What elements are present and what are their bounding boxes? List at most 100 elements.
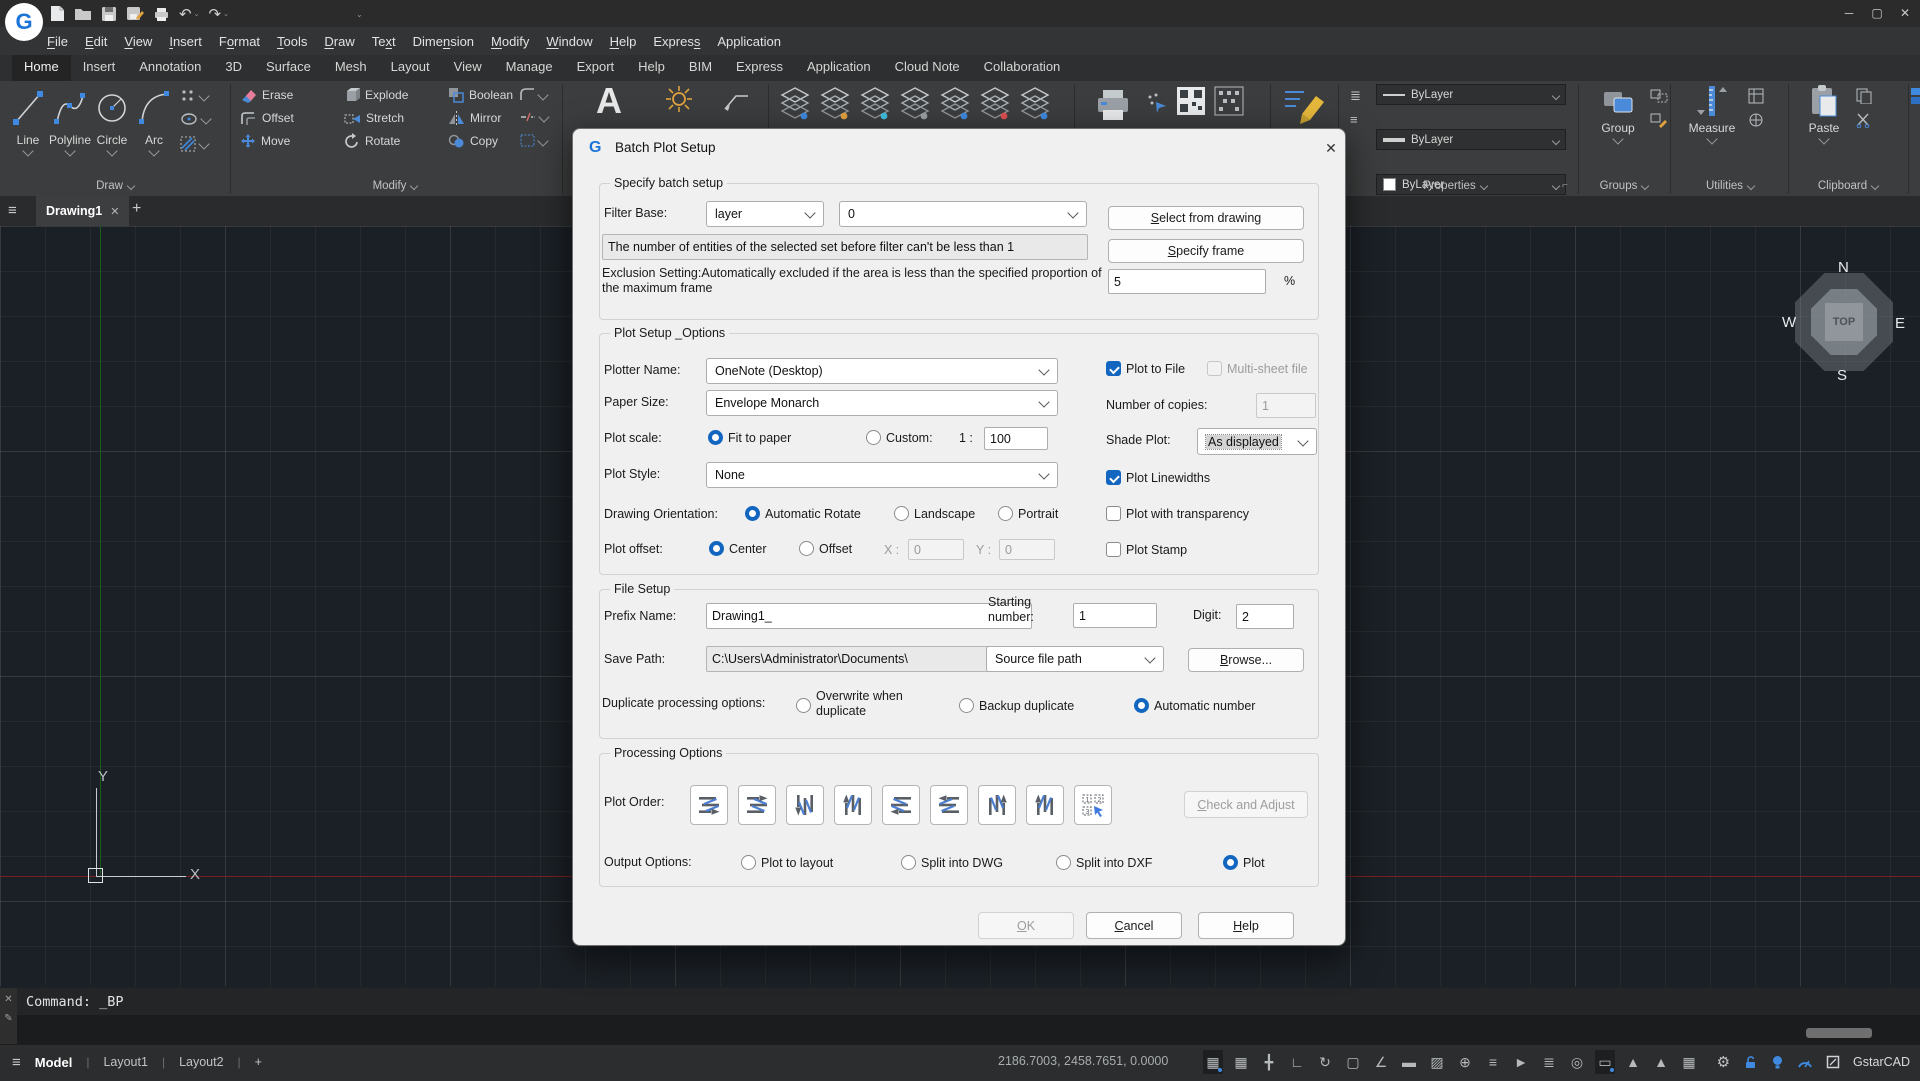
mirror-tool-button[interactable]: Mirror	[448, 109, 501, 127]
chevron-down-icon[interactable]	[106, 145, 117, 156]
close-tab-icon[interactable]: ✕	[110, 205, 119, 218]
explode-tool-button[interactable]: Explode	[344, 86, 408, 104]
ribbon-tab-express[interactable]: Express	[724, 55, 795, 81]
layer-tool-icon[interactable]	[900, 86, 930, 122]
plot-to-file-checkbox[interactable]	[1106, 361, 1121, 376]
ribbon-tab-mesh[interactable]: Mesh	[323, 55, 379, 81]
erase-tool-button[interactable]: Erase	[240, 86, 293, 104]
menu-item-application[interactable]: Application	[717, 34, 781, 49]
shade-plot-select[interactable]: As displayed	[1197, 428, 1317, 455]
snap-grid-icon[interactable]: ▦	[1203, 1050, 1223, 1074]
chevron-down-icon[interactable]	[537, 135, 548, 146]
draw-panel-label[interactable]: Draw	[60, 180, 170, 192]
browse-button[interactable]: Browse...	[1188, 648, 1304, 672]
layout2-tab[interactable]: Layout2	[179, 1055, 223, 1069]
dialog-close-icon[interactable]: ✕	[1321, 138, 1341, 158]
hatch-tool-button[interactable]	[180, 136, 208, 152]
custom-scale-radio[interactable]	[866, 430, 881, 445]
chevron-down-icon[interactable]	[22, 145, 33, 156]
ribbon-tab-view[interactable]: View	[442, 55, 494, 81]
cut-icon[interactable]	[1856, 112, 1872, 128]
lineweight-display-icon[interactable]: ▬	[1399, 1050, 1419, 1074]
copy-clip-icon[interactable]	[1856, 88, 1872, 104]
close-command-icon[interactable]: ✕	[4, 994, 12, 1005]
fullscreen-icon[interactable]	[1826, 1055, 1840, 1069]
annotation-visibility-icon[interactable]: ▲	[1651, 1050, 1671, 1074]
leader-tool-icon[interactable]	[722, 88, 750, 112]
ellipse-tool-button[interactable]	[180, 112, 210, 126]
menu-item-express[interactable]: Express	[653, 34, 700, 49]
group-edit-icon[interactable]	[1650, 112, 1668, 128]
ribbon-tab-manage[interactable]: Manage	[494, 55, 565, 81]
polyline-tool-button[interactable]: Polyline	[50, 84, 90, 155]
layer-tool-icon[interactable]	[820, 86, 850, 122]
backup-radio[interactable]	[959, 698, 974, 713]
snap-mode-icon[interactable]: ╋	[1259, 1050, 1279, 1074]
undo-arrow-icon[interactable]: ↶⌄	[179, 5, 199, 23]
utilities-panel-label[interactable]: Utilities	[1684, 180, 1776, 192]
menu-item-view[interactable]: View	[124, 34, 152, 49]
ribbon-tab-3d[interactable]: 3D	[213, 55, 254, 81]
chevron-down-icon[interactable]	[1612, 133, 1623, 144]
plot-device-icon[interactable]	[1092, 84, 1134, 126]
selection-cycling-icon[interactable]: ►	[1511, 1050, 1531, 1074]
scale-value-input[interactable]	[984, 427, 1048, 450]
chevron-down-icon[interactable]	[1706, 133, 1717, 144]
polar-tracking-icon[interactable]: ↻	[1315, 1050, 1335, 1074]
plot-stamp-checkbox[interactable]	[1106, 542, 1121, 557]
help-button[interactable]: Help	[1198, 912, 1294, 939]
new-tab-icon[interactable]: +	[132, 200, 141, 218]
menu-item-dimension[interactable]: Dimension	[413, 34, 474, 49]
isometric-drafting-icon[interactable]: ▢	[1343, 1050, 1363, 1074]
measure-button[interactable]: Measure	[1684, 84, 1740, 143]
overwrite-radio[interactable]	[796, 698, 811, 713]
redo-arrow-icon[interactable]: ↷⌄	[208, 5, 228, 23]
linetype-control-select[interactable]: ByLayer	[1376, 129, 1566, 150]
offset-radio[interactable]	[799, 541, 814, 556]
open-folder-icon[interactable]	[74, 6, 92, 21]
menu-item-tools[interactable]: Tools	[277, 34, 307, 49]
layer-tool-icon[interactable]	[980, 86, 1010, 122]
paste-button[interactable]: Paste	[1800, 84, 1848, 143]
performance-gauge-icon[interactable]	[1797, 1056, 1813, 1069]
quick-select-icon[interactable]	[1748, 88, 1764, 104]
menu-item-draw[interactable]: Draw	[324, 34, 354, 49]
chevron-down-icon[interactable]	[148, 145, 159, 156]
barcode-matrix-icon[interactable]	[1214, 86, 1244, 116]
plot-transparency-checkbox[interactable]	[1106, 506, 1121, 521]
object-snap-icon[interactable]: ∠	[1371, 1050, 1391, 1074]
order-left-serpentine-down-icon[interactable]	[882, 785, 920, 825]
clipboard-panel-label[interactable]: Clipboard	[1798, 180, 1898, 192]
digit-input[interactable]	[1236, 604, 1294, 629]
color-control-select[interactable]: ByLayer	[1376, 84, 1566, 105]
layer-tool-icon[interactable]	[940, 86, 970, 122]
order-up-serpentine-left-icon[interactable]	[1026, 785, 1064, 825]
collab-icon[interactable]	[1911, 88, 1920, 104]
plot-printer-icon[interactable]	[153, 6, 170, 22]
path-mode-select[interactable]: Source file path	[986, 646, 1164, 672]
compass-north[interactable]: N	[1838, 259, 1849, 276]
dynamic-input-icon[interactable]: ≡	[1483, 1050, 1503, 1074]
document-tab-drawing1[interactable]: Drawing1 ✕	[36, 196, 129, 226]
landscape-radio[interactable]	[894, 506, 909, 521]
order-right-serpentine-up-icon[interactable]	[738, 785, 776, 825]
match-properties-icon[interactable]	[1282, 84, 1328, 126]
ribbon-tab-export[interactable]: Export	[565, 55, 627, 81]
app-logo-icon[interactable]: G	[5, 3, 43, 41]
menu-item-text[interactable]: Text	[372, 34, 396, 49]
stretch-tool-button[interactable]: Stretch	[344, 109, 404, 127]
copy-tool-button[interactable]: Copy	[448, 132, 498, 150]
paper-size-select[interactable]: Envelope Monarch	[706, 390, 1058, 416]
ribbon-tab-annotation[interactable]: Annotation	[127, 55, 213, 81]
new-layout-button[interactable]: +	[255, 1055, 262, 1069]
prefix-name-input[interactable]	[706, 603, 1032, 629]
view-compass[interactable]: TOP N W E S	[1785, 263, 1903, 381]
transparency-toggle-icon[interactable]: ▨	[1427, 1050, 1447, 1074]
new-file-icon[interactable]	[50, 5, 65, 22]
menu-item-edit[interactable]: Edit	[85, 34, 107, 49]
starting-number-input[interactable]	[1073, 603, 1157, 628]
grid-display-icon[interactable]: ▦	[1231, 1050, 1251, 1074]
order-left-serpentine-up-icon[interactable]	[930, 785, 968, 825]
plot-to-layout-radio[interactable]	[741, 855, 756, 870]
zoom-preview-icon[interactable]: ◎	[1567, 1050, 1587, 1074]
